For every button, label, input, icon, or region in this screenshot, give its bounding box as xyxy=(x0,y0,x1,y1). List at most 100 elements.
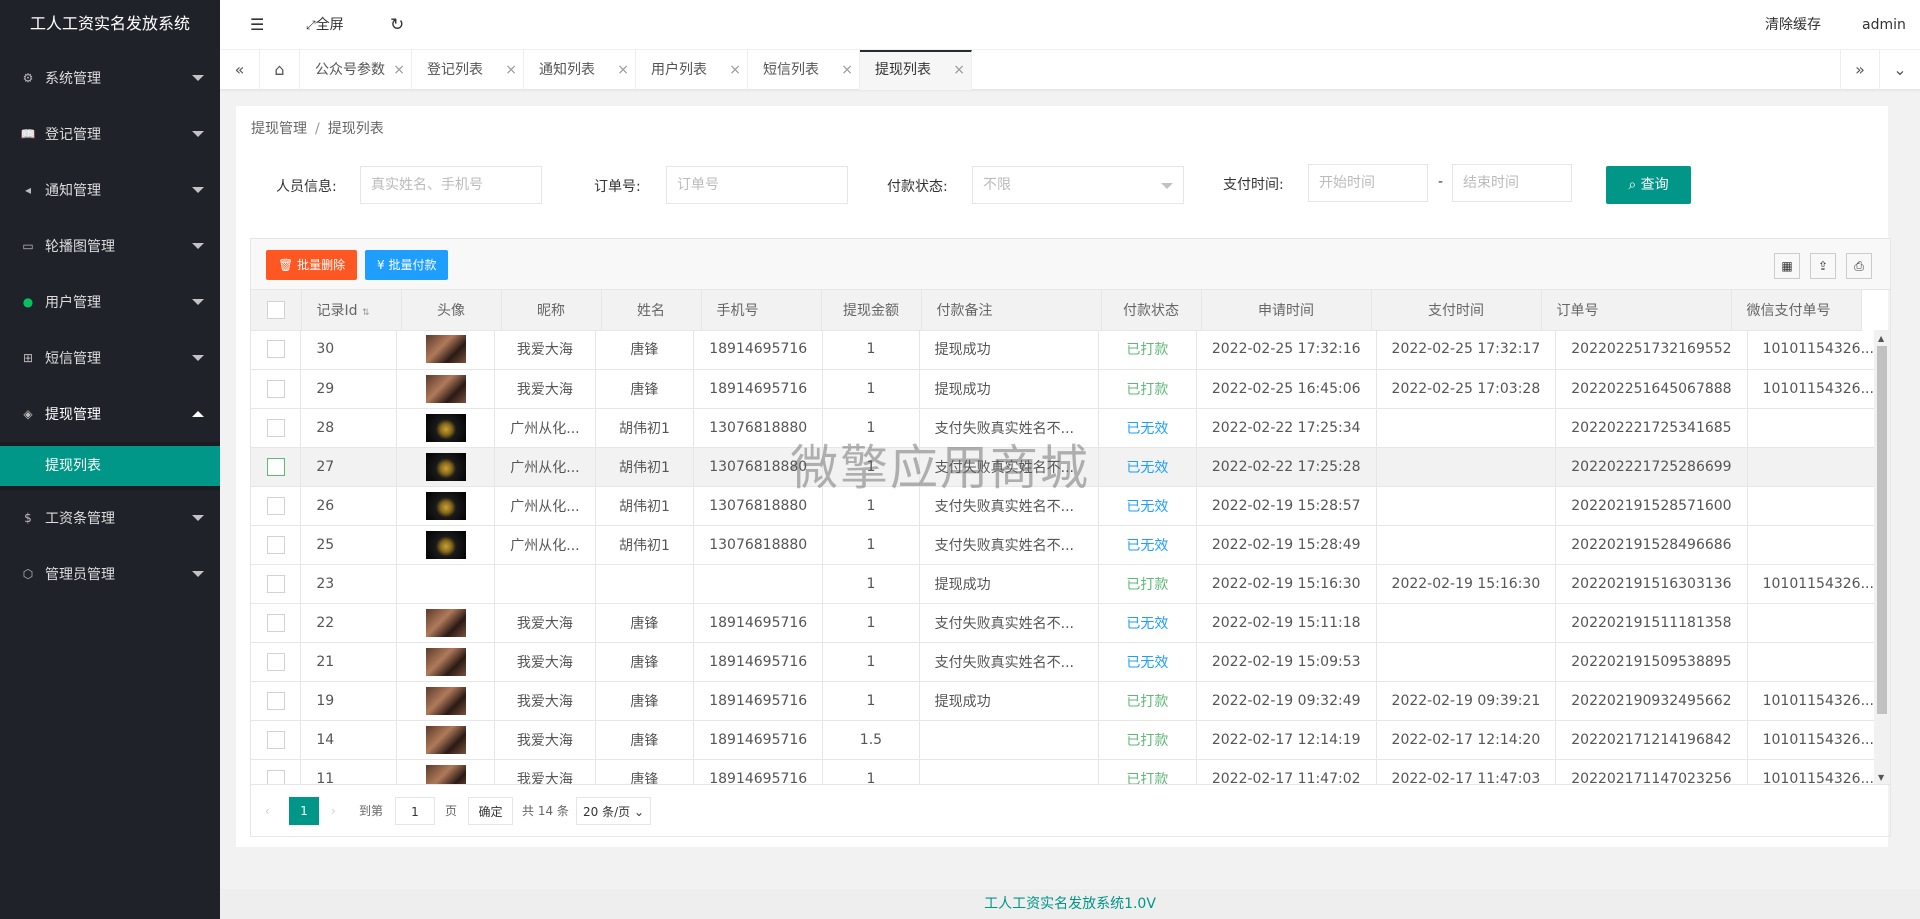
close-icon[interactable]: × xyxy=(953,52,965,88)
page-1-button[interactable]: 1 xyxy=(289,797,319,825)
scroll-up-icon[interactable]: ▲ xyxy=(1878,334,1884,343)
prev-page-icon[interactable]: ‹ xyxy=(265,797,270,825)
sort-icon[interactable]: ⇅ xyxy=(362,308,370,318)
end-time-input[interactable]: 结束时间 xyxy=(1452,164,1572,202)
row-checkbox[interactable] xyxy=(266,496,285,515)
export-icon[interactable]: ⇪ xyxy=(1810,253,1836,279)
column-header: 微信支付单号 xyxy=(1731,290,1862,331)
tab-5[interactable]: 短信列表 × xyxy=(748,50,860,90)
sidebar-item-6[interactable]: ⊞ 短信管理 xyxy=(0,330,220,386)
caret-down-icon xyxy=(192,299,204,305)
status-badge: 已无效 xyxy=(1126,420,1169,437)
close-icon[interactable]: × xyxy=(617,50,629,90)
batch-pay-button[interactable]: ¥ 批量付款 xyxy=(365,250,449,280)
table-cell: 202202221725286699 xyxy=(1555,447,1748,487)
sidebar-item-9[interactable]: ⬡ 管理员管理 xyxy=(0,546,220,602)
column-header[interactable]: 记录Id ⇅ xyxy=(301,290,402,331)
avatar xyxy=(425,374,466,403)
table-cell: 我爱大海 xyxy=(494,720,596,760)
row-checkbox[interactable] xyxy=(266,769,285,784)
person-input[interactable]: 真实姓名、手机号 xyxy=(360,166,542,204)
tab-1[interactable]: 公众号参数 × xyxy=(300,50,412,90)
close-icon[interactable]: × xyxy=(393,50,405,90)
tabs-next-icon[interactable]: » xyxy=(1840,50,1880,90)
columns-filter-icon[interactable]: ▦ xyxy=(1774,253,1800,279)
order-input[interactable]: 订单号 xyxy=(666,166,848,204)
close-icon[interactable]: × xyxy=(505,50,517,90)
table-row[interactable]: 19 我爱大海 唐锋 18914695716 1 提现成功 已打款 2022-02-19 09… xyxy=(251,681,1890,721)
home-tab-icon[interactable]: ⌂ xyxy=(260,50,300,90)
query-button[interactable]: ⌕ 查询 xyxy=(1606,166,1691,204)
avatar xyxy=(425,686,466,715)
sidebar-item-3[interactable]: ◂ 通知管理 xyxy=(0,162,220,218)
row-checkbox[interactable] xyxy=(266,340,285,359)
goto-confirm-button[interactable]: 确定 xyxy=(468,797,513,825)
page-size-select[interactable]: 20 条/页 ⌄ xyxy=(576,797,651,825)
tabs-prev-icon[interactable]: « xyxy=(220,50,260,90)
table-cell xyxy=(1376,408,1557,448)
close-icon[interactable]: × xyxy=(729,50,741,90)
fullscreen-button[interactable]: ⤢全屏 xyxy=(306,0,344,50)
collapse-sidebar-icon[interactable]: ☰ xyxy=(250,0,264,50)
table-row[interactable]: 30 我爱大海 唐锋 18914695716 1 提现成功 已打款 2022-02-25 17… xyxy=(251,330,1890,370)
table-cell: 唐锋 xyxy=(595,603,695,643)
table-cell: 唐锋 xyxy=(595,720,695,760)
tab-2[interactable]: 登记列表 × xyxy=(412,50,524,90)
tab-3[interactable]: 通知列表 × xyxy=(524,50,636,90)
next-page-icon[interactable]: › xyxy=(331,797,336,825)
sidebar-item-5[interactable]: ● 用户管理 xyxy=(0,274,220,330)
close-icon[interactable]: × xyxy=(841,50,853,90)
table-row[interactable]: 22 我爱大海 唐锋 18914695716 1 支付失败真实姓名不... 已无效 2022-… xyxy=(251,603,1890,643)
scrollbar-thumb[interactable] xyxy=(1877,346,1887,714)
goto-page-input[interactable]: 1 xyxy=(395,797,435,825)
table-cell: 已无效 xyxy=(1098,408,1197,448)
sidebar-item-4[interactable]: ▭ 轮播图管理 xyxy=(0,218,220,274)
table-row[interactable]: 25 广州从化... 胡伟初1 13076818880 1 支付失败真实姓名不... 已无效… xyxy=(251,525,1890,565)
avatar xyxy=(425,608,466,637)
tab-4[interactable]: 用户列表 × xyxy=(636,50,748,90)
breadcrumb-parent[interactable]: 提现管理 xyxy=(251,121,307,137)
table-row[interactable]: 11 我爱大海 唐锋 18914695716 1 已打款 2022-02-17 11:47:… xyxy=(251,759,1890,784)
table-row[interactable]: 21 我爱大海 唐锋 18914695716 1 支付失败真实姓名不... 已无效 2022-… xyxy=(251,642,1890,682)
table-row[interactable]: 27 广州从化... 胡伟初1 13076818880 1 支付失败真实姓名不... 已无效… xyxy=(251,447,1890,487)
column-header: 申请时间 xyxy=(1201,290,1372,331)
table-cell: 提现成功 xyxy=(919,564,1099,604)
table-row[interactable]: 28 广州从化... 胡伟初1 13076818880 1 支付失败真实姓名不... 已无效… xyxy=(251,408,1890,448)
table-cell: 已无效 xyxy=(1098,525,1197,565)
table-row[interactable]: 29 我爱大海 唐锋 18914695716 1 提现成功 已打款 2022-02-25 16… xyxy=(251,369,1890,409)
row-checkbox[interactable] xyxy=(266,535,285,554)
table-cell: 我爱大海 xyxy=(494,369,596,409)
row-checkbox[interactable] xyxy=(266,379,285,398)
table-cell: 1 xyxy=(822,447,920,487)
row-checkbox[interactable] xyxy=(266,457,285,476)
clear-cache-button[interactable]: 清除缓存 xyxy=(1765,0,1821,50)
column-header: 昵称 xyxy=(501,290,602,331)
row-checkbox[interactable] xyxy=(266,418,285,437)
row-checkbox[interactable] xyxy=(266,652,285,671)
sidebar-item-8[interactable]: $ 工资条管理 xyxy=(0,490,220,546)
user-menu[interactable]: admin xyxy=(1862,0,1920,78)
sidebar-item-2[interactable]: 📖 登记管理 xyxy=(0,106,220,162)
print-icon[interactable]: ⎙ xyxy=(1846,253,1872,279)
tab-6[interactable]: 提现列表 × xyxy=(860,50,972,90)
scroll-down-icon[interactable]: ▼ xyxy=(1878,773,1884,782)
refresh-icon[interactable]: ↻ xyxy=(390,0,404,50)
batch-delete-button[interactable]: 🗑 批量删除 xyxy=(266,250,358,280)
row-checkbox[interactable] xyxy=(266,574,285,593)
table-row[interactable]: 26 广州从化... 胡伟初1 13076818880 1 支付失败真实姓名不... 已无效… xyxy=(251,486,1890,526)
row-checkbox[interactable] xyxy=(266,691,285,710)
sidebar-item-7[interactable]: ◈ 提现管理 xyxy=(0,386,220,442)
table-cell: 广州从化... xyxy=(494,447,596,487)
table-scrollbar[interactable]: ▲ ▼ xyxy=(1874,330,1890,784)
start-time-input[interactable]: 开始时间 xyxy=(1308,164,1428,202)
status-select[interactable]: 不限 xyxy=(972,166,1184,204)
sidebar-item-1[interactable]: ⚙ 系统管理 xyxy=(0,50,220,106)
table-cell: 已无效 xyxy=(1098,603,1197,643)
table-row[interactable]: 14 我爱大海 唐锋 18914695716 1.5 已打款 2022-02-17 12:1… xyxy=(251,720,1890,760)
select-all-checkbox[interactable] xyxy=(266,300,285,319)
sidebar-subitem-withdraw-list[interactable]: 提现列表 xyxy=(0,446,220,486)
table-row[interactable]: 23 1 提现成功 已打款 2022-02-19 15:16:30 2022-02-19 … xyxy=(251,564,1890,604)
row-checkbox[interactable] xyxy=(266,730,285,749)
row-checkbox[interactable] xyxy=(266,613,285,632)
tabs-menu-icon[interactable]: ⌄ xyxy=(1880,50,1920,90)
